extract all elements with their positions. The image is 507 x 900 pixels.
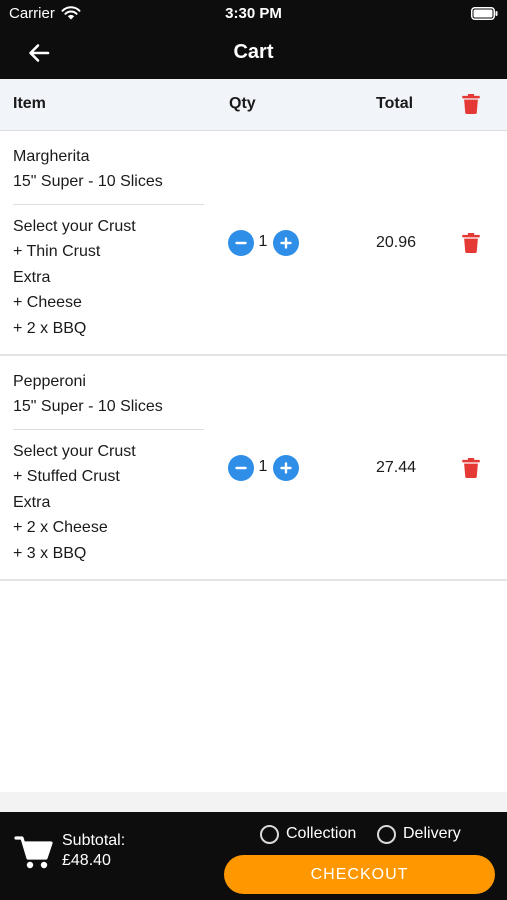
delete-item-trash-icon[interactable] [462,458,480,478]
page-title: Cart [233,41,274,63]
item-option: + 2 x BBQ [13,320,87,337]
checkout-button[interactable]: CHECKOUT [224,855,495,894]
radio-unchecked-icon [377,824,396,844]
cart-table-header: Item Qty Total [0,79,507,131]
radio-unchecked-icon [260,824,279,844]
line-total: 27.44 [376,459,417,476]
content-bottom-divider [0,792,507,812]
plus-icon [280,462,292,474]
decrease-quantity-button[interactable] [228,230,254,256]
subtotal-label: Subtotal: [62,832,126,849]
item-option: Select your Crust [13,218,136,235]
quantity-value: 1 [258,458,268,475]
item-size: 15" Super - 10 Slices [13,173,163,190]
nav-bar: Cart [0,27,507,79]
subtotal-value: £48.40 [62,852,111,869]
quantity-value: 1 [258,233,268,250]
item-divider [13,204,204,205]
item-option: + 2 x Cheese [13,519,108,536]
status-time: 3:30 PM [225,5,282,22]
increase-quantity-button[interactable] [273,230,299,256]
item-name: Pepperoni [13,373,86,390]
item-size: 15" Super - 10 Slices [13,398,163,415]
item-option: + 3 x BBQ [13,545,87,562]
cart-item: Pepperoni 15" Super - 10 Slices Select y… [0,356,507,581]
status-bar: Carrier 3:30 PM [0,0,507,27]
clear-cart-trash-icon[interactable] [462,94,480,114]
item-option: Extra [13,494,51,511]
increase-quantity-button[interactable] [273,455,299,481]
minus-icon [235,241,247,245]
decrease-quantity-button[interactable] [228,455,254,481]
item-name: Margherita [13,148,90,165]
column-header-total: Total [376,95,414,112]
item-divider [13,429,204,430]
battery-icon [471,7,498,20]
delete-item-trash-icon[interactable] [462,233,480,253]
item-option: Extra [13,269,51,286]
column-header-qty: Qty [229,95,256,112]
item-option: + Thin Crust [13,243,101,260]
item-option: Select your Crust [13,443,136,460]
collection-radio[interactable]: Collection [260,823,356,845]
delivery-radio[interactable]: Delivery [377,823,461,845]
cart-footer: Subtotal: £48.40 Collection Delivery CHE… [0,812,507,900]
line-total: 20.96 [376,234,417,251]
cart-item: Margherita 15" Super - 10 Slices Select … [0,131,507,356]
shopping-cart-icon [14,836,53,869]
plus-icon [280,237,292,249]
column-header-item: Item [13,95,46,112]
item-option: + Stuffed Crust [13,468,120,485]
item-option: + Cheese [13,294,82,311]
collection-label: Collection [286,825,357,842]
minus-icon [235,466,247,470]
delivery-label: Delivery [403,825,461,842]
